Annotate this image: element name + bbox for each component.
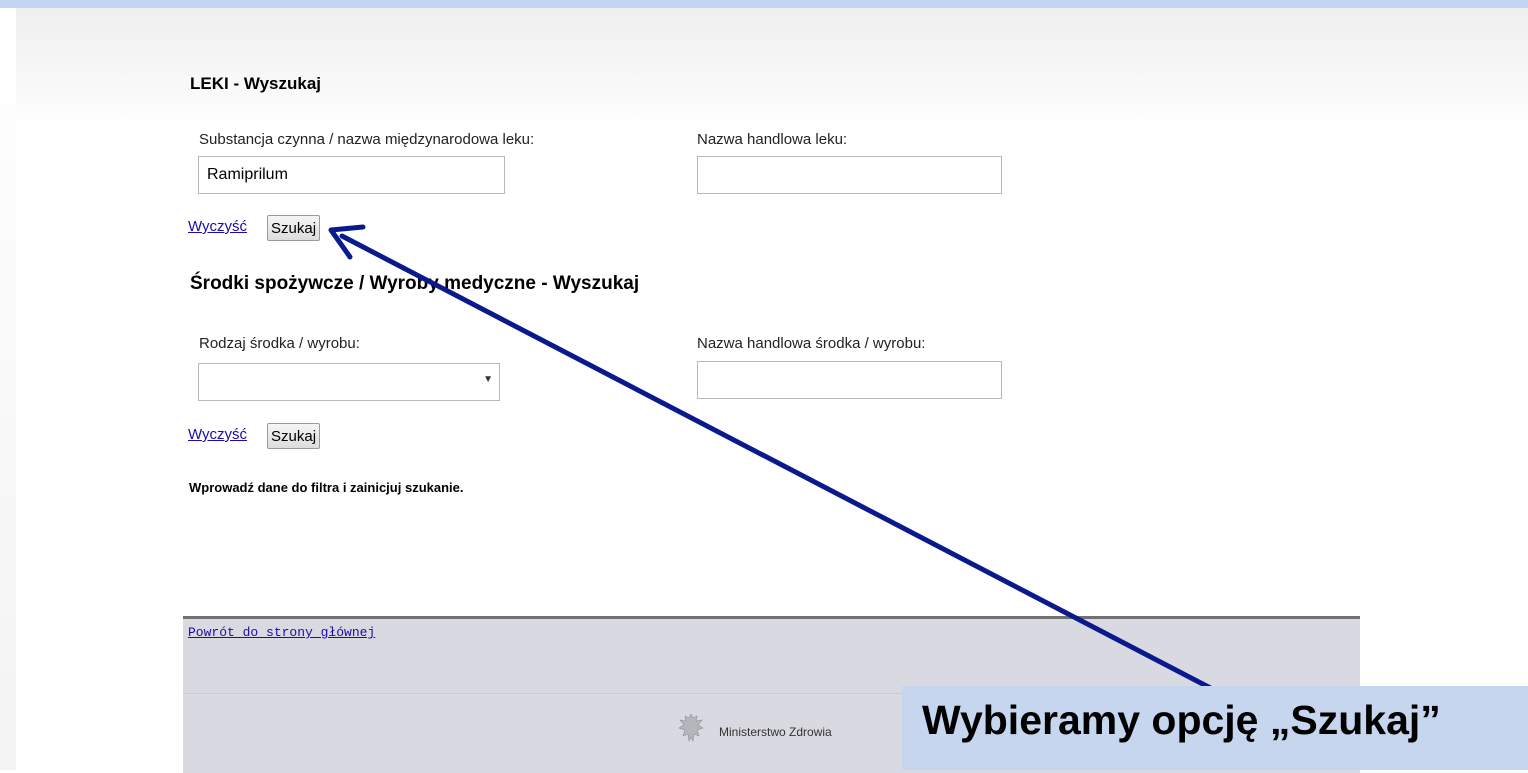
callout-text: Wybieramy opcję „Szukaj” [922,697,1441,743]
callout-box: Wybieramy opcję „Szukaj” [902,686,1528,770]
annotation-arrow [328,224,1223,696]
